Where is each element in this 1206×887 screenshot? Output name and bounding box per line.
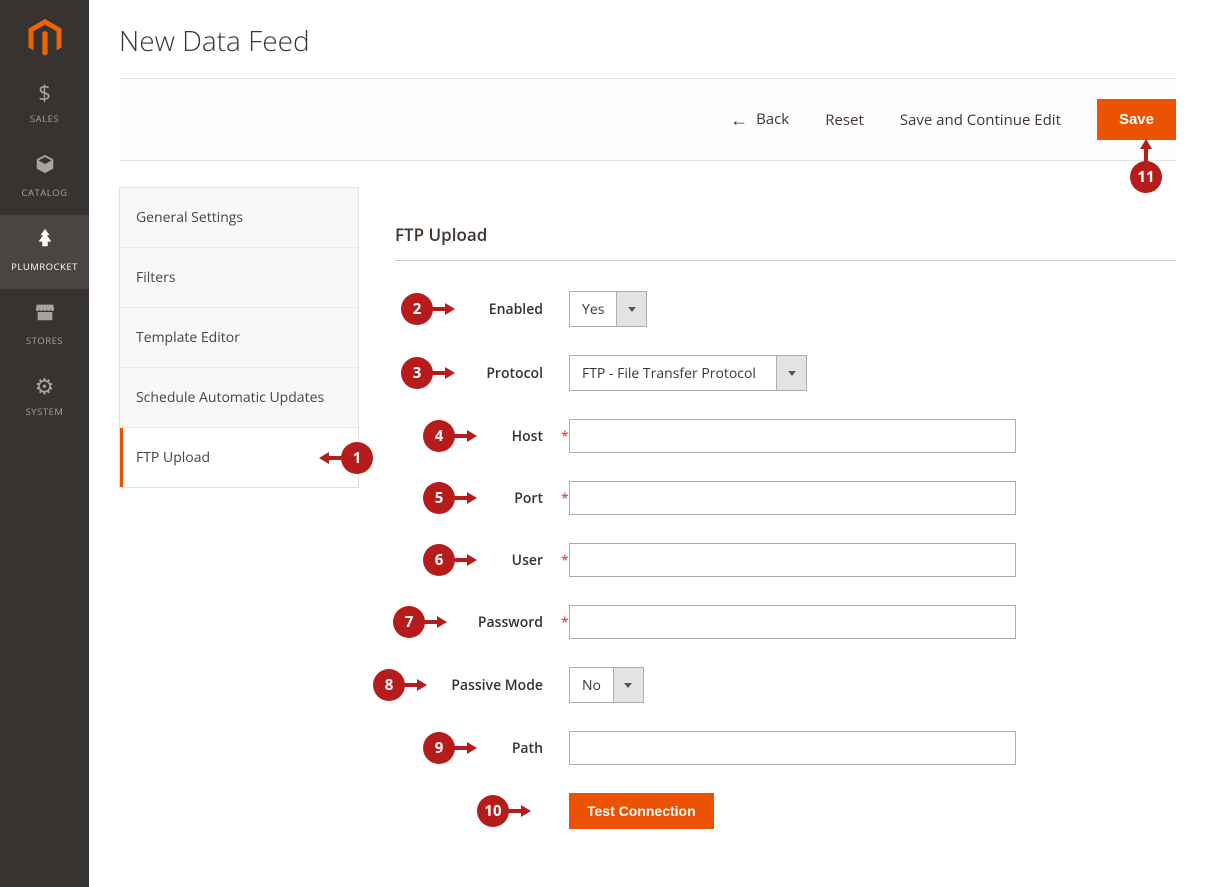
field-test-connection: 10 Test Connection <box>395 793 1176 829</box>
nav-catalog[interactable]: CATALOG <box>0 141 89 215</box>
chevron-down-icon <box>613 668 643 702</box>
field-path: 9 Path <box>395 731 1176 765</box>
side-tabs: General Settings Filters Template Editor… <box>119 187 359 488</box>
action-bar: Back Reset Save and Continue Edit Save 1… <box>119 78 1176 161</box>
nav-sales[interactable]: $ SALES <box>0 70 89 141</box>
field-user: 6 User * <box>395 543 1176 577</box>
save-button[interactable]: Save <box>1097 99 1176 140</box>
input-port[interactable] <box>569 481 1016 515</box>
tab-general-settings[interactable]: General Settings <box>120 188 358 248</box>
nav-label: CATALOG <box>22 186 68 199</box>
reset-button[interactable]: Reset <box>825 110 864 130</box>
nav-label: PLUMROCKET <box>11 260 78 273</box>
select-protocol[interactable]: FTP - File Transfer Protocol <box>569 355 807 391</box>
field-protocol: 3 Protocol FTP - File Transfer Protocol <box>395 355 1176 391</box>
tab-template-editor[interactable]: Template Editor <box>120 308 358 368</box>
label-protocol: Protocol <box>395 364 555 383</box>
field-password: 7 Password * <box>395 605 1176 639</box>
tree-icon <box>0 227 89 252</box>
nav-label: STORES <box>26 334 63 347</box>
input-host[interactable] <box>569 419 1016 453</box>
store-icon <box>0 301 89 326</box>
select-enabled[interactable]: Yes <box>569 291 647 327</box>
nav-stores[interactable]: STORES <box>0 289 89 363</box>
tab-schedule-updates[interactable]: Schedule Automatic Updates <box>120 368 358 428</box>
chevron-down-icon <box>616 292 646 326</box>
label-passive-mode: Passive Mode <box>395 676 555 695</box>
test-connection-button[interactable]: Test Connection <box>569 793 714 829</box>
annotation-10: 10 <box>477 795 531 827</box>
nav-system[interactable]: ⚙ SYSTEM <box>0 363 89 434</box>
magento-logo-icon[interactable] <box>25 18 65 58</box>
field-passive-mode: 8 Passive Mode No <box>395 667 1176 703</box>
page-title: New Data Feed <box>119 0 1176 78</box>
chevron-down-icon <box>776 356 806 390</box>
label-enabled: Enabled <box>395 300 555 319</box>
nav-label: SALES <box>30 112 59 125</box>
input-path[interactable] <box>569 731 1016 765</box>
dollar-icon: $ <box>0 82 89 104</box>
label-port: Port <box>395 489 555 508</box>
cube-icon <box>0 153 89 178</box>
label-user: User <box>395 551 555 570</box>
field-host: 4 Host * <box>395 419 1176 453</box>
tab-ftp-upload[interactable]: FTP Upload <box>120 428 358 487</box>
label-password: Password <box>395 613 555 632</box>
form-panel: FTP Upload 2 Enabled Yes <box>395 187 1176 857</box>
input-password[interactable] <box>569 605 1016 639</box>
save-continue-button[interactable]: Save and Continue Edit <box>900 110 1061 130</box>
label-path: Path <box>395 739 555 758</box>
tab-filters[interactable]: Filters <box>120 248 358 308</box>
select-passive-mode[interactable]: No <box>569 667 644 703</box>
nav-label: SYSTEM <box>26 405 64 418</box>
admin-nav: $ SALES CATALOG PLUMROCKET STORES ⚙ SYST… <box>0 0 89 887</box>
back-button[interactable]: Back <box>730 108 789 132</box>
label-host: Host <box>395 427 555 446</box>
nav-plumrocket[interactable]: PLUMROCKET <box>0 215 89 289</box>
annotation-11: 11 <box>1130 139 1162 193</box>
gear-icon: ⚙ <box>0 375 89 397</box>
field-port: 5 Port * <box>395 481 1176 515</box>
field-enabled: 2 Enabled Yes <box>395 291 1176 327</box>
input-user[interactable] <box>569 543 1016 577</box>
panel-title: FTP Upload <box>395 223 1176 261</box>
